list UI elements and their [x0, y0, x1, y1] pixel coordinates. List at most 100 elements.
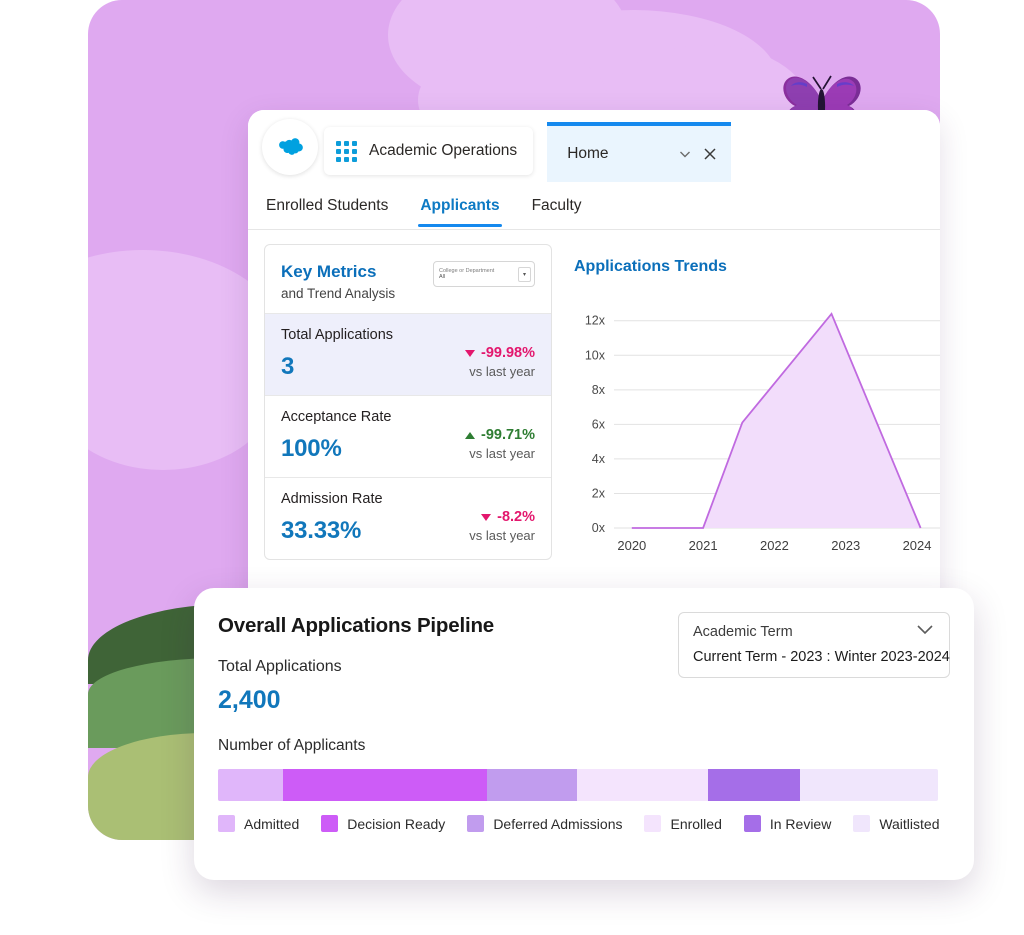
svg-text:2x: 2x — [592, 486, 606, 500]
filter-text-group: College or Department All — [439, 268, 518, 281]
app-launcher-icon[interactable] — [336, 140, 357, 162]
metric-delta-note: vs last year — [469, 364, 535, 380]
chart-title: Applications Trends — [574, 258, 727, 275]
metric-delta-value: -99.71% — [480, 427, 535, 444]
metric-row-acceptance-rate[interactable]: Acceptance Rate 100% -99.71% vs last yea… — [265, 395, 551, 477]
subtab-faculty[interactable]: Faculty — [530, 185, 584, 226]
trend-down-icon — [464, 349, 475, 357]
svg-text:2021: 2021 — [689, 538, 718, 553]
app-name-label: Academic Operations — [369, 142, 518, 159]
svg-text:6x: 6x — [592, 417, 606, 431]
bar-segment-waitlisted[interactable] — [799, 769, 938, 801]
pipeline-total-value: 2,400 — [218, 686, 281, 714]
console-body: Key Metrics and Trend Analysis College o… — [248, 230, 940, 561]
metric-name: Acceptance Rate — [281, 409, 392, 426]
console-topbar: Academic Operations Home — [248, 110, 940, 182]
svg-text:8x: 8x — [592, 383, 606, 397]
bar-segment-in-review[interactable] — [707, 769, 800, 801]
metric-delta-value: -99.98% — [480, 345, 535, 362]
applications-trends-card: Applications Trends 0x 2x 4x 6x 8x 10x 12x 2020… — [570, 244, 940, 560]
legend-swatch — [218, 815, 235, 832]
legend-item[interactable]: Deferred Admissions — [467, 815, 622, 832]
academic-term-label-row: Academic Term — [693, 623, 935, 641]
chevron-down-icon[interactable] — [915, 623, 935, 641]
metric-delta-note: vs last year — [469, 528, 535, 544]
trend-up-icon — [464, 431, 475, 439]
salesforce-cloud-icon[interactable] — [262, 119, 318, 175]
legend-swatch — [743, 815, 761, 832]
subtab-applicants[interactable]: Applicants — [418, 185, 502, 227]
bar-segment-admitted[interactable] — [218, 769, 283, 801]
app-name-chip[interactable]: Academic Operations — [324, 127, 534, 175]
legend-label: Enrolled — [670, 815, 722, 832]
key-metrics-header: Key Metrics and Trend Analysis College o… — [265, 245, 551, 313]
metric-right-group: -99.98% vs last year — [464, 345, 535, 381]
applications-trends-chart: 0x 2x 4x 6x 8x 10x 12x 2020 2021 2022 2023 2024 — [570, 292, 940, 560]
metric-left-group: Admission Rate 33.33% — [281, 491, 469, 545]
legend-item[interactable]: Waitlisted — [853, 815, 940, 832]
svg-text:0x: 0x — [592, 521, 606, 535]
overall-applications-pipeline-card: Overall Applications Pipeline Academic T… — [194, 588, 974, 880]
tab-home-label: Home — [567, 145, 609, 162]
metric-right-group: -8.2% vs last year — [469, 509, 535, 545]
legend-label: In Review — [769, 815, 832, 832]
subtab-enrolled-students[interactable]: Enrolled Students — [264, 185, 390, 226]
key-metrics-card: Key Metrics and Trend Analysis College o… — [264, 244, 552, 561]
pipeline-bar-caption: Number of Applicants — [218, 737, 366, 754]
metric-delta-note: vs last year — [469, 446, 535, 462]
legend-swatch — [644, 815, 662, 832]
chart-plot-area: 0x 2x 4x 6x 8x 10x 12x 2020 2021 2022 2023 2024 — [585, 312, 940, 553]
bar-segment-deferred-admissions[interactable] — [486, 769, 577, 801]
svg-text:2020: 2020 — [617, 538, 646, 553]
svg-text:10x: 10x — [585, 348, 606, 362]
salesforce-console-window: Academic Operations Home Enrolled Studen… — [248, 110, 940, 610]
legend-swatch — [321, 815, 339, 832]
metric-value: 3 — [281, 353, 295, 381]
legend-item[interactable]: Enrolled — [644, 815, 722, 832]
academic-term-value: Current Term - 2023 : Winter 2023-2024 — [693, 649, 950, 665]
legend-label: Waitlisted — [879, 815, 940, 832]
key-metrics-subtitle: and Trend Analysis — [281, 286, 396, 302]
college-or-department-filter[interactable]: College or Department All ▾ — [433, 261, 535, 287]
key-metrics-title: Key Metrics — [281, 262, 377, 281]
key-metrics-heading-group: Key Metrics and Trend Analysis — [281, 261, 395, 301]
svg-text:12x: 12x — [585, 314, 606, 328]
dropdown-caret-icon[interactable]: ▾ — [518, 266, 531, 282]
bar-segment-decision-ready[interactable] — [282, 769, 487, 801]
legend-item[interactable]: Decision Ready — [321, 815, 445, 832]
metric-delta-value: -8.2% — [497, 509, 535, 526]
metric-delta: -99.98% — [464, 345, 535, 362]
trend-down-icon — [481, 513, 492, 521]
metric-name: Admission Rate — [281, 491, 383, 508]
legend-swatch — [467, 815, 485, 832]
metric-left-group: Total Applications 3 — [281, 327, 465, 381]
svg-text:2023: 2023 — [831, 538, 860, 553]
close-icon[interactable] — [703, 147, 717, 161]
subtab-bar: Enrolled Students Applicants Faculty — [248, 182, 940, 230]
academic-term-label: Academic Term — [693, 624, 793, 640]
legend-label: Deferred Admissions — [493, 815, 623, 832]
svg-text:4x: 4x — [592, 452, 606, 466]
metric-left-group: Acceptance Rate 100% — [281, 409, 465, 463]
metric-row-total-applications[interactable]: Total Applications 3 -99.98% vs last yea… — [265, 313, 551, 396]
metric-name: Total Applications — [281, 327, 394, 344]
metric-delta: -8.2% — [469, 509, 535, 525]
metric-value: 33.33% — [281, 517, 362, 545]
chevron-down-icon[interactable] — [677, 146, 693, 162]
legend-item[interactable]: Admitted — [218, 815, 299, 832]
academic-term-filter[interactable]: Academic Term Current Term - 2023 : Wint… — [678, 612, 950, 678]
svg-text:2024: 2024 — [903, 538, 932, 553]
legend-label: Admitted — [244, 815, 300, 832]
applicants-legend: Admitted Decision Ready Deferred Admission… — [218, 815, 950, 832]
applicants-stacked-bar[interactable] — [218, 769, 938, 801]
metric-row-admission-rate[interactable]: Admission Rate 33.33% -8.2% vs last year — [265, 477, 551, 559]
metric-delta: -99.71% — [464, 427, 535, 444]
legend-swatch — [853, 815, 871, 832]
tab-home[interactable]: Home — [547, 122, 732, 182]
bar-segment-enrolled[interactable] — [576, 769, 708, 801]
screenshot-root: Academic Operations Home Enrolled Studen… — [0, 0, 1024, 935]
metric-right-group: -99.71% vs last year — [464, 427, 535, 463]
filter-value: All — [439, 274, 446, 280]
legend-item[interactable]: In Review — [743, 815, 832, 832]
metric-value: 100% — [281, 435, 342, 463]
